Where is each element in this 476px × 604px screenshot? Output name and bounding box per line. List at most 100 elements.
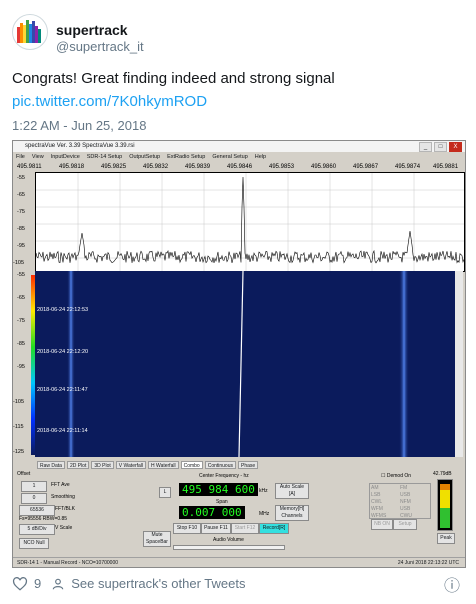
smoothing-field[interactable]: 0 [21,493,47,504]
mode-wfm[interactable]: WFM [371,506,400,512]
memory-channels-button[interactable]: Memory[H] Channels [275,505,309,521]
waterfall-db-label: -65 [17,295,25,301]
peak-button[interactable]: Peak [437,533,455,544]
span-label: Span [216,499,228,505]
span-display[interactable]: 0.007 000 [179,506,245,519]
waterfall-db-label: -75 [17,318,25,324]
freq-tick: 495.9832 [143,164,169,170]
tab-combo[interactable]: Combo [180,461,203,469]
mode-fm[interactable]: FM [400,485,429,491]
freq-tick: 495.9839 [185,164,211,170]
control-panel: Offset 1 FFT Ave 0 Smoothing 65536 FFT/B… [13,471,465,555]
menu-file[interactable]: File [16,153,25,162]
auto-scale-button[interactable]: Auto Scale [A] [275,483,309,499]
mode-nfm[interactable]: NFM [400,499,429,505]
demod-mode-group: AM FM LSB USB CWL NFM WFM USB WFMS CWU [369,483,431,519]
spectrum-db-label: -105 [13,260,25,266]
spectravue-screenshot[interactable]: spectraVue Ver. 3.39 SpectraVue 3.39.rsi… [12,140,466,568]
heart-icon[interactable] [12,576,28,591]
center-frequency-unit: kHz [259,488,268,494]
maximize-button[interactable]: □ [434,142,447,152]
tab-h-waterfall[interactable]: H Waterfall [148,461,179,469]
minimize-button[interactable]: _ [419,142,432,152]
freq-tick: 495.9874 [395,164,421,170]
waterfall-timestamp: 2018-06-24 22:12:20 [37,349,89,355]
tab-v-waterfall[interactable]: V Waterfall [115,461,147,469]
waterfall-timestamp: 2018-06-24 22:12:53 [37,307,89,313]
tab-raw-data[interactable]: Raw Data [37,461,65,469]
tweet-text: Congrats! Great finding indeed and stron… [12,70,335,87]
close-button[interactable]: X [449,142,462,152]
like-count: 9 [34,576,42,591]
info-icon[interactable]: ⓘ [444,572,460,596]
tab-2d-plot[interactable]: 2D Plot [66,461,90,469]
menu-sdr14-setup[interactable]: SDR-14 Setup [87,153,122,162]
waterfall-display[interactable]: 2018-06-24 22:12:53 2018-06-24 22:12:20 … [35,271,463,457]
waterfall-scrollbar[interactable] [455,271,463,457]
app-titlebar: spectraVue Ver. 3.39 SpectraVue 3.39.rsi… [13,141,465,152]
tweet-timestamp[interactable]: 1:22 AM - Jun 25, 2018 [12,118,146,133]
tweet-media-link[interactable]: pic.twitter.com/7K0hkymROD [12,93,207,110]
mode-usb[interactable]: USB [400,492,429,498]
menu-extradio-setup[interactable]: ExtRadio Setup [167,153,205,162]
waterfall-timestamp: 2018-06-24 22:11:47 [37,387,88,393]
fft-blk-select[interactable]: 65536 [19,505,55,516]
tab-phase[interactable]: Phase [238,461,259,469]
demod-on-label: Demod On [386,473,412,479]
setup-button[interactable]: Setup [393,519,417,530]
spectrum-trace [35,173,465,271]
audio-volume-slider[interactable] [173,545,285,550]
user-handle[interactable]: @supertrack_it [56,39,144,54]
mode-cwl[interactable]: CWL [371,499,400,505]
audio-volume-label: Audio Volume [213,537,244,543]
fft-blk-label: FFT/BLK [55,506,76,512]
freq-tick: 495.9818 [59,164,85,170]
display-name[interactable]: supertrack [56,22,128,38]
spectrum-db-label: -55 [17,175,25,181]
nco-null-button[interactable]: NCO Null [19,538,49,549]
menu-view[interactable]: View [32,153,44,162]
spectrum-plot[interactable] [35,172,465,272]
center-frequency-label: Center Frequency - hz [199,473,249,479]
status-bar: SDR-14 1 - Manual Record - NCO=10700000 … [13,557,465,567]
demod-on-checkbox[interactable]: ☐ Demod On [381,473,411,479]
status-left: SDR-14 1 - Manual Record - NCO=10700000 [17,560,119,566]
spectrum-db-label: -95 [17,243,25,249]
pause-button[interactable]: Pause F11 [201,523,231,534]
freq-tick: 495.9811 [17,164,42,170]
offset-label: Offset [17,471,31,477]
mode-usb-2[interactable]: USB [400,506,429,512]
fft-ave-field[interactable]: 1 [21,481,47,492]
menu-bar: File View InputDevice SDR-14 Setup Outpu… [13,153,465,162]
status-right: 24 Juni 2018 22:13:22 UTC [397,560,459,566]
record-button[interactable]: Record[R] [259,523,289,534]
avatar-waterfall-icon [17,20,41,43]
nb-on-button[interactable]: NB ON [371,519,393,530]
person-icon [52,578,64,589]
fft-ave-label: FFT Ave [51,482,70,488]
freq-tick: 495.9860 [311,164,337,170]
spectrum-db-label: -85 [17,226,25,232]
waterfall-db-label: -115 [13,424,24,430]
center-frequency-display[interactable]: 495 984 600 [179,483,258,496]
menu-inputdevice[interactable]: InputDevice [51,153,80,162]
stop-button[interactable]: Stop F10 [173,523,201,534]
avatar[interactable] [12,14,48,50]
mode-am[interactable]: AM [371,485,400,491]
app-title: spectraVue Ver. 3.39 SpectraVue 3.39.rsi [25,143,135,149]
waterfall-db-label: -125 [13,449,25,455]
start-button[interactable]: Start F12 [231,523,259,534]
mute-button[interactable]: Mute SpaceBar [143,531,171,547]
menu-help[interactable]: Help [255,153,266,162]
waterfall-db-label: -55 [17,272,25,278]
l-button[interactable]: L [159,487,171,498]
mode-lsb[interactable]: LSB [371,492,400,498]
freq-tick: 495.9867 [353,164,379,170]
vscale-select[interactable]: 5 dB/Div [19,524,55,535]
menu-outputsetup[interactable]: OutputSetup [129,153,160,162]
menu-general-setup[interactable]: General Setup [212,153,247,162]
see-other-tweets-link[interactable]: See supertrack's other Tweets [71,576,245,591]
tab-continuous[interactable]: Continuous [204,461,236,469]
tab-3d-plot[interactable]: 3D Plot [91,461,114,469]
signal-level-readout: 42.79dB [433,471,452,477]
